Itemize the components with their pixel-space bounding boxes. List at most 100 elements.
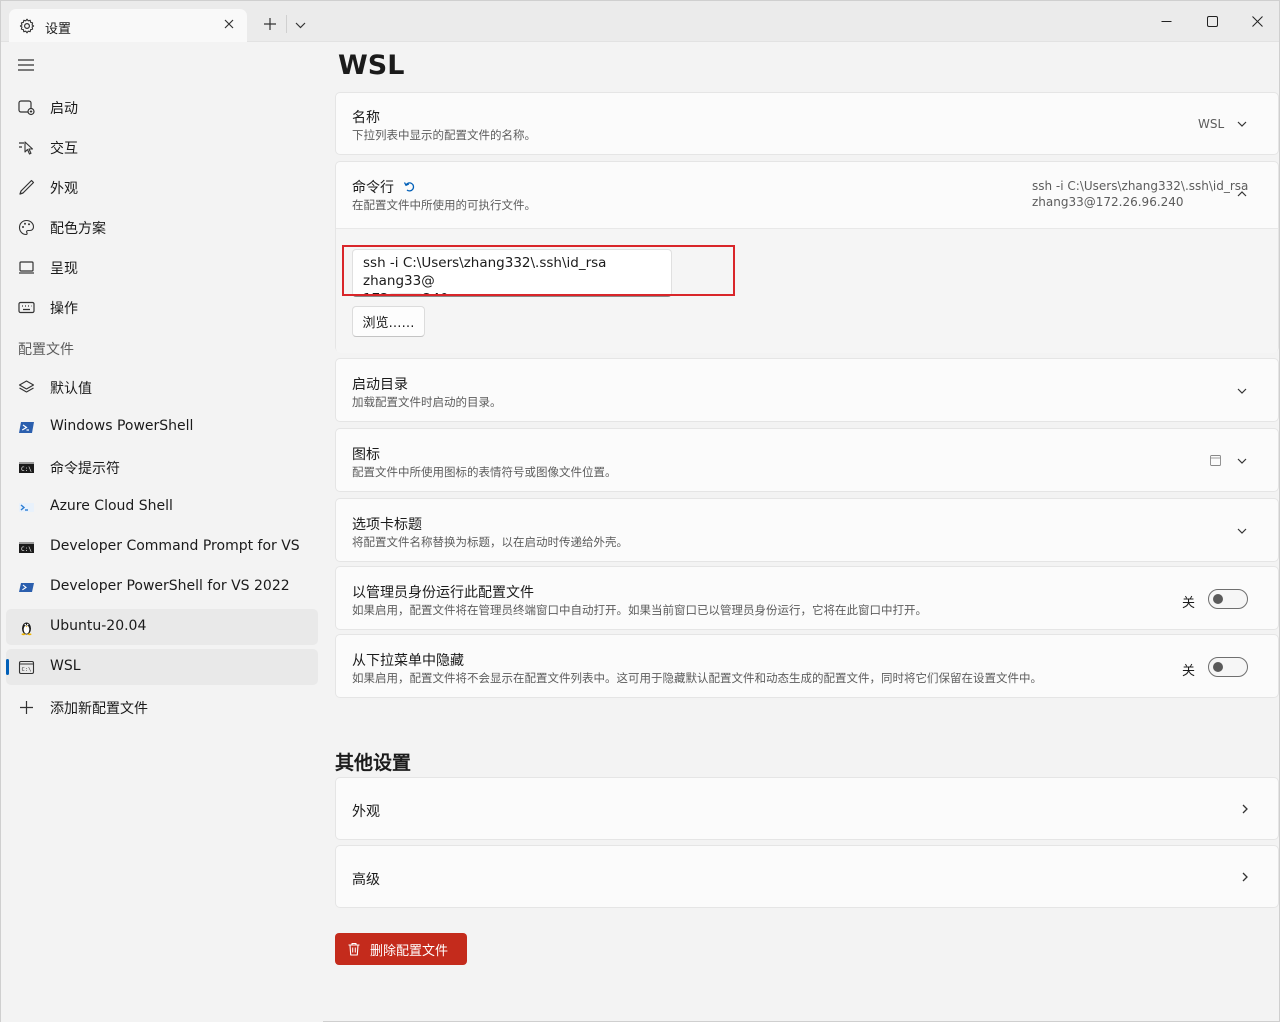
startdir-setting-card[interactable]: 启动目录 加载配置文件时启动的目录。 xyxy=(335,358,1279,422)
commandline-description: 在配置文件中所使用的可执行文件。 xyxy=(352,198,536,212)
sidebar-item-azure-cloud-shell[interactable]: Azure Cloud Shell xyxy=(6,489,318,525)
startdir-title: 启动目录 xyxy=(352,377,408,393)
pen-icon xyxy=(19,179,35,195)
elevate-title: 以管理员身份运行此配置文件 xyxy=(352,585,534,601)
sidebar-item-interaction[interactable]: 交互 xyxy=(6,129,318,165)
sidebar-item-color-schemes[interactable]: 配色方案 xyxy=(6,209,318,245)
profiles-header: 配置文件 xyxy=(18,342,74,358)
minimize-icon xyxy=(1161,21,1171,22)
icon-title: 图标 xyxy=(352,447,380,463)
chevron-down-icon[interactable] xyxy=(1236,118,1248,130)
layers-icon xyxy=(18,380,35,393)
close-tab-icon[interactable] xyxy=(223,18,235,30)
sidebar-item-defaults[interactable]: 默认值 xyxy=(6,369,318,405)
sidebar: 启动 交互 外观 配色方案 呈现 操作 配置文件 默认值 Windows Pow… xyxy=(1,42,323,1022)
sidebar-item-actions[interactable]: 操作 xyxy=(6,289,318,325)
advanced-nav-card[interactable]: 高级 xyxy=(335,845,1279,908)
icon-setting-card[interactable]: 图标 配置文件中所使用图标的表情符号或图像文件位置。 xyxy=(335,428,1279,492)
reset-icon[interactable] xyxy=(403,180,416,193)
chevron-down-icon[interactable] xyxy=(1236,525,1248,537)
elevate-toggle[interactable] xyxy=(1208,589,1248,609)
name-value: WSL xyxy=(1198,117,1225,131)
hide-setting-card: 从下拉菜单中隐藏 如果启用，配置文件将不会显示在配置文件列表中。这可用于隐藏默认… xyxy=(335,634,1279,698)
svg-text:C:\: C:\ xyxy=(21,546,32,553)
sidebar-item-developer-command-prompt[interactable]: C:\ Developer Command Prompt for VS 2022 xyxy=(6,529,318,565)
page-title: WSL xyxy=(338,50,405,81)
interaction-icon xyxy=(19,141,34,155)
commandline-input-suffix: 240 xyxy=(423,291,449,296)
advanced-nav-label: 高级 xyxy=(352,872,380,888)
linux-penguin-icon xyxy=(21,622,32,636)
sidebar-item-launch[interactable]: 启动 xyxy=(6,89,318,125)
trash-icon xyxy=(348,942,360,956)
sidebar-item-add-profile[interactable]: 添加新配置文件 xyxy=(6,689,318,725)
other-settings-heading: 其他设置 xyxy=(335,752,412,774)
chevron-right-icon xyxy=(1242,804,1248,814)
commandline-expanded-body: ssh -i C:\Users\zhang332\.ssh\id_rsa zha… xyxy=(336,228,1278,353)
title-bar: 设置 xyxy=(1,1,1279,42)
toggle-knob xyxy=(1213,594,1223,604)
svg-text:C:\: C:\ xyxy=(22,667,32,673)
hamburger-menu-icon[interactable] xyxy=(18,58,34,72)
elevate-toggle-state: 关 xyxy=(1182,596,1196,611)
name-title: 名称 xyxy=(352,110,380,126)
sidebar-item-developer-powershell[interactable]: Developer PowerShell for VS 2022 xyxy=(6,569,318,605)
sidebar-item-ubuntu[interactable]: Ubuntu-20.04 xyxy=(6,609,318,645)
monitor-icon xyxy=(19,261,34,274)
browse-button[interactable]: 浏览…… xyxy=(352,306,425,337)
chevron-up-icon[interactable] xyxy=(1236,188,1248,200)
icon-description: 配置文件中所使用图标的表情符号或图像文件位置。 xyxy=(352,465,617,479)
main-content: WSL 名称 下拉列表中显示的配置文件的名称。 WSL 命令行 在配置文件中所使… xyxy=(323,42,1279,1022)
cmd-icon: C:\ xyxy=(19,462,34,473)
startdir-description: 加载配置文件时启动的目录。 xyxy=(352,395,502,409)
maximize-button[interactable] xyxy=(1189,1,1235,42)
dev-cmd-icon: C:\ xyxy=(19,542,34,553)
tabtitle-description: 将配置文件名称替换为标题，以在启动时传递给外壳。 xyxy=(352,535,628,549)
chevron-down-icon[interactable] xyxy=(295,21,306,29)
commandline-value-line2: zhang33@172.26.96.240 xyxy=(1032,195,1184,209)
sidebar-item-appearance[interactable]: 外观 xyxy=(6,169,318,205)
tabtitle-setting-card[interactable]: 选项卡标题 将配置文件名称替换为标题，以在启动时传递给外壳。 xyxy=(335,498,1279,562)
commandline-value-line1: ssh -i C:\Users\zhang332\.ssh\id_rsa xyxy=(1032,179,1249,193)
sidebar-item-windows-powershell[interactable]: Windows PowerShell xyxy=(6,409,318,445)
commandline-input-line1: ssh -i C:\Users\zhang332\.ssh\id_rsa zha… xyxy=(363,255,611,289)
plus-icon xyxy=(20,701,33,714)
commandline-setting-card[interactable]: 命令行 在配置文件中所使用的可执行文件。 ssh -i C:\Users\zha… xyxy=(335,161,1279,353)
sidebar-item-wsl[interactable]: C:\ WSL xyxy=(6,649,318,685)
hide-title: 从下拉菜单中隐藏 xyxy=(352,653,464,669)
keyboard-icon xyxy=(18,301,35,314)
hide-toggle-state: 关 xyxy=(1182,664,1196,679)
chevron-down-icon[interactable] xyxy=(1236,385,1248,397)
settings-tab[interactable]: 设置 xyxy=(9,9,247,42)
sidebar-item-rendering[interactable]: 呈现 xyxy=(6,249,318,285)
svg-text:C:\: C:\ xyxy=(21,466,32,473)
commandline-input[interactable]: ssh -i C:\Users\zhang332\.ssh\id_rsa zha… xyxy=(352,249,672,297)
terminal-preview-icon xyxy=(1210,455,1221,466)
chevron-down-icon[interactable] xyxy=(1236,455,1248,467)
elevate-setting-card: 以管理员身份运行此配置文件 如果启用，配置文件将在管理员终端窗口中自动打开。如果… xyxy=(335,566,1279,630)
tab-separator xyxy=(286,15,287,33)
selection-indicator xyxy=(6,659,9,675)
azure-shell-icon xyxy=(19,503,34,512)
name-description: 下拉列表中显示的配置文件的名称。 xyxy=(352,128,536,142)
appearance-nav-card[interactable]: 外观 xyxy=(335,777,1279,840)
minimize-button[interactable] xyxy=(1143,1,1189,42)
appearance-nav-label: 外观 xyxy=(352,804,380,820)
delete-profile-button[interactable]: 删除配置文件 xyxy=(335,933,467,965)
elevate-description: 如果启用，配置文件将在管理员终端窗口中自动打开。如果当前窗口已以管理员身份运行，… xyxy=(352,603,927,617)
tab-title: 设置 xyxy=(45,22,72,37)
new-tab-plus-icon[interactable] xyxy=(263,17,277,31)
tabtitle-title: 选项卡标题 xyxy=(352,517,422,533)
powershell-icon xyxy=(19,422,34,433)
gear-icon xyxy=(19,18,35,34)
sidebar-item-command-prompt[interactable]: C:\ 命令提示符 xyxy=(6,449,318,485)
close-window-button[interactable] xyxy=(1234,1,1280,42)
wsl-terminal-icon: C:\ xyxy=(18,660,35,675)
launch-icon xyxy=(18,100,35,116)
hide-description: 如果启用，配置文件将不会显示在配置文件列表中。这可用于隐藏默认配置文件和动态生成… xyxy=(352,671,1042,685)
hide-toggle[interactable] xyxy=(1208,657,1248,677)
name-setting-card[interactable]: 名称 下拉列表中显示的配置文件的名称。 WSL xyxy=(335,92,1279,155)
commandline-input-prefix: 172 xyxy=(363,291,389,296)
delete-profile-label: 删除配置文件 xyxy=(370,943,449,959)
palette-icon xyxy=(18,219,35,236)
